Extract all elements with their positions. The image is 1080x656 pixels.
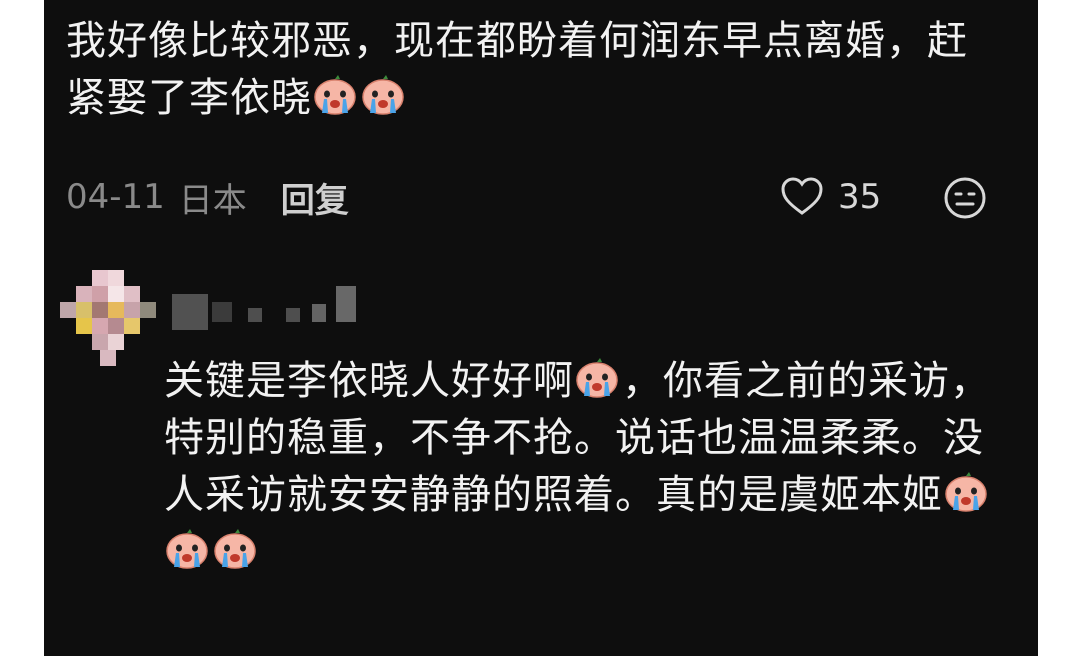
- like-button[interactable]: 35: [780, 172, 881, 222]
- reply-text-part-1: 关键是李依晓人好好啊: [164, 358, 574, 404]
- comment-location: 日本: [178, 180, 247, 221]
- crying-face-emoji: [574, 358, 620, 400]
- crying-face-emoji: [312, 75, 358, 117]
- comment-text: 我好像比较邪恶，现在都盼着何润东早点离婚，赶紧娶了李依晓: [66, 18, 968, 121]
- crying-face-emoji: [360, 75, 406, 117]
- comment-meta: 04-11 日本 回复: [66, 172, 349, 222]
- crying-face-emoji: [164, 529, 210, 571]
- comment-date: 04-11: [66, 177, 165, 217]
- reply-body: 关键是李依晓人好好啊 ，你看之前的采访，特别的稳重，不争不抢。说话也温温柔柔。没人…: [164, 353, 1024, 581]
- like-count: 35: [838, 177, 882, 217]
- comment-body: 我好像比较邪恶，现在都盼着何润东早点离婚，赶紧娶了李依晓: [66, 13, 986, 127]
- avatar[interactable]: [60, 270, 156, 366]
- username[interactable]: [172, 286, 372, 330]
- meh-face-icon[interactable]: [942, 175, 988, 221]
- heart-icon: [781, 177, 823, 215]
- crying-face-emoji: [943, 472, 989, 514]
- reply-button[interactable]: 回复: [281, 173, 349, 222]
- comment-thread: 我好像比较邪恶，现在都盼着何润东早点离婚，赶紧娶了李依晓 04-11 日本 回复…: [44, 0, 1038, 656]
- crying-face-emoji: [212, 529, 258, 571]
